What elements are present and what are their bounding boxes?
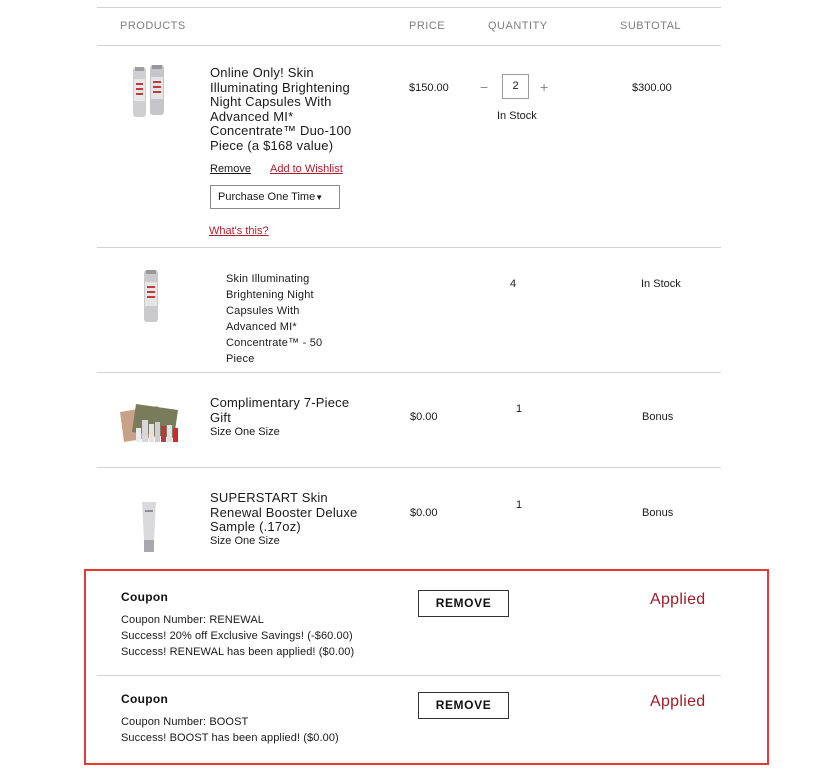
remove-coupon-button[interactable]: REMOVE (418, 590, 509, 617)
remove-coupon-button[interactable]: REMOVE (418, 692, 509, 719)
item-subtotal: In Stock (641, 278, 681, 290)
quantity-input[interactable]: 2 (502, 74, 529, 99)
item-price: $0.00 (410, 507, 438, 519)
item-subtotal: Bonus (642, 411, 674, 423)
row-divider (97, 372, 721, 373)
product-name[interactable]: Skin Illuminating Brightening Night Caps… (226, 271, 322, 367)
row-divider (97, 467, 721, 468)
item-subtotal: $300.00 (632, 82, 672, 94)
top-divider (97, 7, 721, 8)
product-image-superstart[interactable] (138, 500, 160, 554)
stock-status: In Stock (497, 110, 537, 122)
coupon-applied-status: Applied (650, 591, 706, 608)
item-price: $0.00 (410, 411, 438, 423)
item-quantity: 1 (516, 499, 523, 511)
product-name[interactable]: SUPERSTART Skin Renewal Booster Deluxe S… (210, 490, 357, 535)
item-quantity: 4 (510, 278, 517, 290)
coupon-divider (97, 675, 721, 676)
product-size: Size One Size (210, 535, 280, 547)
coupon-title: Coupon (121, 692, 169, 706)
col-products: PRODUCTS (120, 20, 186, 32)
product-name[interactable]: Online Only! Skin Illuminating Brighteni… (210, 65, 351, 153)
add-to-wishlist-link[interactable]: Add to Wishlist (270, 163, 343, 175)
row-divider (97, 247, 721, 248)
col-quantity: QUANTITY (488, 20, 548, 32)
remove-link[interactable]: Remove (210, 163, 251, 175)
col-subtotal: SUBTOTAL (620, 20, 682, 32)
caret-down-icon: ▼ (315, 192, 324, 202)
product-size: Size One Size (210, 426, 280, 438)
plus-icon[interactable]: + (540, 80, 548, 94)
product-name[interactable]: Complimentary 7-Piece Gift (210, 395, 349, 425)
coupon-message: Success! 20% off Exclusive Savings! (-$6… (121, 630, 353, 642)
coupon-applied-status: Applied (650, 693, 706, 710)
col-price: PRICE (409, 20, 446, 32)
header-divider (97, 45, 721, 46)
minus-icon[interactable]: − (480, 80, 488, 94)
item-price: $150.00 (409, 82, 449, 94)
product-image-gift-set[interactable] (116, 402, 184, 446)
item-subtotal: Bonus (642, 507, 674, 519)
coupon-number: Coupon Number: RENEWAL (121, 614, 265, 626)
coupon-message: Success! BOOST has been applied! ($0.00) (121, 732, 339, 744)
coupon-title: Coupon (121, 590, 169, 604)
purchase-option-select[interactable]: Purchase One Time ▼ (210, 185, 340, 209)
product-image-capsules-duo[interactable] (130, 63, 168, 121)
product-image-capsules-50[interactable] (141, 268, 161, 324)
item-quantity: 1 (516, 403, 523, 415)
coupon-message: Success! RENEWAL has been applied! ($0.0… (121, 646, 355, 658)
whats-this-link[interactable]: What's this? (209, 225, 269, 237)
purchase-option-value: Purchase One Time (218, 191, 316, 203)
coupon-number: Coupon Number: BOOST (121, 716, 249, 728)
